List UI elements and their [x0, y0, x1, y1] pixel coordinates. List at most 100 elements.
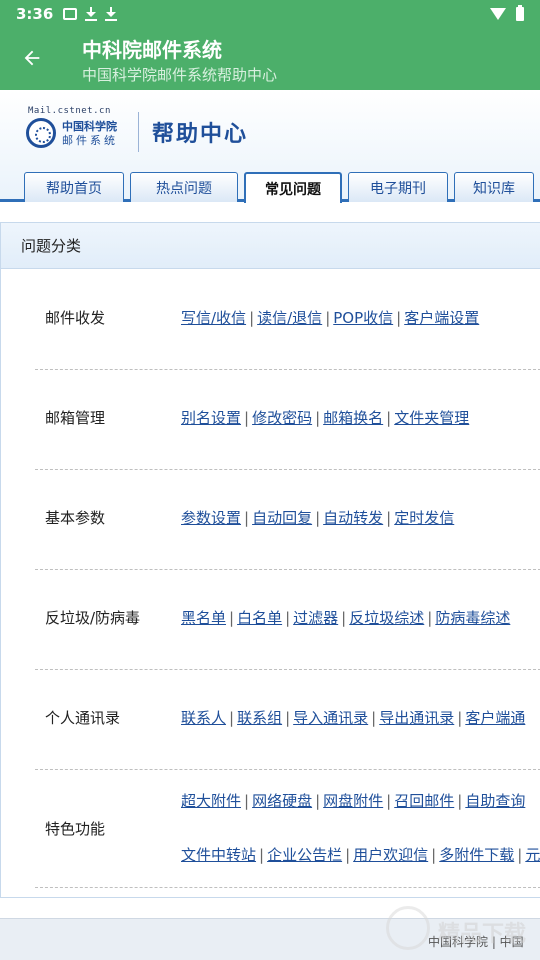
tab-hot-issues[interactable]: 热点问题: [130, 172, 238, 202]
category-panel: 问题分类 邮件收发 写信/收信 | 读信/退信 | POP收信 | 客户端设置 邮箱管理 别名设置…: [0, 222, 540, 898]
watermark-text: 精品下载: [438, 922, 527, 947]
link-separator: |: [431, 846, 437, 864]
topic-link[interactable]: 黑名单: [181, 609, 226, 627]
category-name: 个人通讯录: [45, 709, 121, 727]
topic-link[interactable]: 导出通讯录: [379, 709, 454, 727]
topic-link[interactable]: 用户欢迎信: [353, 846, 428, 864]
link-separator: |: [325, 309, 331, 327]
topic-link[interactable]: 客户端通: [465, 709, 525, 727]
tab-bar: 帮助首页 热点问题 常见问题 电子期刊 知识库: [24, 172, 540, 203]
app-subtitle: 中国科学院邮件系统帮助中心: [82, 66, 278, 84]
topic-link[interactable]: 修改密码: [252, 409, 312, 427]
topic-link[interactable]: POP收信: [333, 309, 393, 327]
topic-link[interactable]: 元: [525, 846, 540, 864]
link-separator: |: [285, 609, 291, 627]
topic-link[interactable]: 自动回复: [252, 509, 312, 527]
logo-divider: [138, 112, 139, 152]
download-icon: [85, 7, 98, 21]
topic-link[interactable]: 企业公告栏: [267, 846, 342, 864]
link-separator: |: [229, 709, 235, 727]
status-time: 3:36: [16, 5, 54, 23]
link-separator: |: [229, 609, 235, 627]
status-bar: 3:36: [0, 0, 540, 28]
topic-link[interactable]: 定时发信: [394, 509, 454, 527]
help-header: Mail.cstnet.cn 中国科学院 邮件系统 帮助中心 帮助首页 热点问题…: [0, 90, 540, 203]
category-row: 邮件收发 写信/收信 | 读信/退信 | POP收信 | 客户端设置: [35, 270, 540, 370]
category-links: 写信/收信 | 读信/退信 | POP收信 | 客户端设置: [181, 307, 479, 328]
category-name: 邮箱管理: [45, 409, 106, 427]
arrow-left-icon: [24, 50, 40, 66]
topic-link[interactable]: 过滤器: [293, 609, 338, 627]
topic-link[interactable]: 网盘附件: [323, 792, 383, 810]
app-bar: 中科院邮件系统 中国科学院邮件系统帮助中心: [0, 28, 540, 90]
wifi-icon: [490, 8, 506, 20]
link-separator: |: [427, 609, 433, 627]
topic-link[interactable]: 防病毒综述: [435, 609, 510, 627]
topic-link[interactable]: 超大附件: [181, 792, 241, 810]
tab-knowledge-base[interactable]: 知识库: [454, 172, 534, 202]
category-row: 基本参数 参数设置 | 自动回复 | 自动转发 | 定时发信: [35, 470, 540, 570]
topic-link[interactable]: 自动转发: [323, 509, 383, 527]
image-notification-icon: [63, 8, 78, 20]
topic-link[interactable]: 客户端设置: [404, 309, 479, 327]
topic-link[interactable]: 别名设置: [181, 409, 241, 427]
logo-url: Mail.cstnet.cn: [28, 106, 111, 116]
link-separator: |: [244, 792, 250, 810]
topic-link[interactable]: 文件中转站: [181, 846, 256, 864]
category-name: 基本参数: [45, 509, 106, 527]
topic-link[interactable]: 读信/退信: [257, 309, 322, 327]
battery-icon: [516, 5, 524, 21]
back-button[interactable]: [16, 42, 48, 74]
link-separator: |: [457, 792, 463, 810]
topic-link[interactable]: 写信/收信: [181, 309, 246, 327]
category-name: 特色功能: [45, 820, 106, 838]
link-separator: |: [244, 409, 250, 427]
panel-title: 问题分类: [1, 223, 540, 269]
topic-link[interactable]: 联系组: [237, 709, 282, 727]
category-row: 邮箱管理 别名设置 | 修改密码 | 邮箱换名 | 文件夹管理: [35, 370, 540, 470]
topic-link[interactable]: 网络硬盘: [252, 792, 312, 810]
tab-help-home[interactable]: 帮助首页: [24, 172, 124, 202]
watermark-logo-icon: [386, 906, 430, 950]
link-separator: |: [341, 609, 347, 627]
category-name: 邮件收发: [45, 309, 106, 327]
tab-faq[interactable]: 常见问题: [244, 172, 342, 203]
link-separator: |: [386, 792, 392, 810]
category-links: 文件中转站 | 企业公告栏 | 用户欢迎信 | 多附件下载 | 元: [181, 844, 540, 865]
watermark: 精品下载: [386, 900, 536, 956]
category-links: 超大附件 | 网络硬盘 | 网盘附件 | 召回邮件 | 自助查询: [181, 790, 525, 811]
link-separator: |: [285, 709, 291, 727]
app-title: 中科院邮件系统: [82, 38, 222, 62]
topic-link[interactable]: 召回邮件: [394, 792, 454, 810]
topic-link[interactable]: 导入通讯录: [293, 709, 368, 727]
help-center-title: 帮助中心: [152, 122, 249, 147]
link-separator: |: [457, 709, 463, 727]
category-links: 参数设置 | 自动回复 | 自动转发 | 定时发信: [181, 507, 454, 528]
topic-link[interactable]: 多附件下载: [439, 846, 514, 864]
tab-e-journal[interactable]: 电子期刊: [348, 172, 448, 202]
category-links: 黑名单 | 白名单 | 过滤器 | 反垃圾综述 | 防病毒综述: [181, 607, 510, 628]
link-separator: |: [386, 409, 392, 427]
link-separator: |: [259, 846, 265, 864]
download-icon: [105, 7, 118, 21]
link-separator: |: [371, 709, 377, 727]
topic-link[interactable]: 参数设置: [181, 509, 241, 527]
topic-link[interactable]: 文件夹管理: [394, 409, 469, 427]
link-separator: |: [396, 309, 402, 327]
link-separator: |: [315, 792, 321, 810]
topic-link[interactable]: 联系人: [181, 709, 226, 727]
topic-link[interactable]: 自助查询: [465, 792, 525, 810]
topic-link[interactable]: 邮箱换名: [323, 409, 383, 427]
topic-link[interactable]: 反垃圾综述: [349, 609, 424, 627]
category-row: 反垃圾/防病毒 黑名单 | 白名单 | 过滤器 | 反垃圾综述 | 防病毒综述: [35, 570, 540, 670]
link-separator: |: [386, 509, 392, 527]
link-separator: |: [315, 409, 321, 427]
category-row: 特色功能 超大附件 | 网络硬盘 | 网盘附件 | 召回邮件 | 自助查询 文件中转站 | 企业公告栏 |…: [35, 770, 540, 888]
logo-text-line2: 邮件系统: [62, 134, 118, 147]
topic-link[interactable]: 白名单: [237, 609, 282, 627]
link-separator: |: [345, 846, 351, 864]
link-separator: |: [249, 309, 255, 327]
category-row: 个人通讯录 联系人 | 联系组 | 导入通讯录 | 导出通讯录 | 客户端通: [35, 670, 540, 770]
link-separator: |: [517, 846, 523, 864]
category-links: 联系人 | 联系组 | 导入通讯录 | 导出通讯录 | 客户端通: [181, 707, 525, 728]
